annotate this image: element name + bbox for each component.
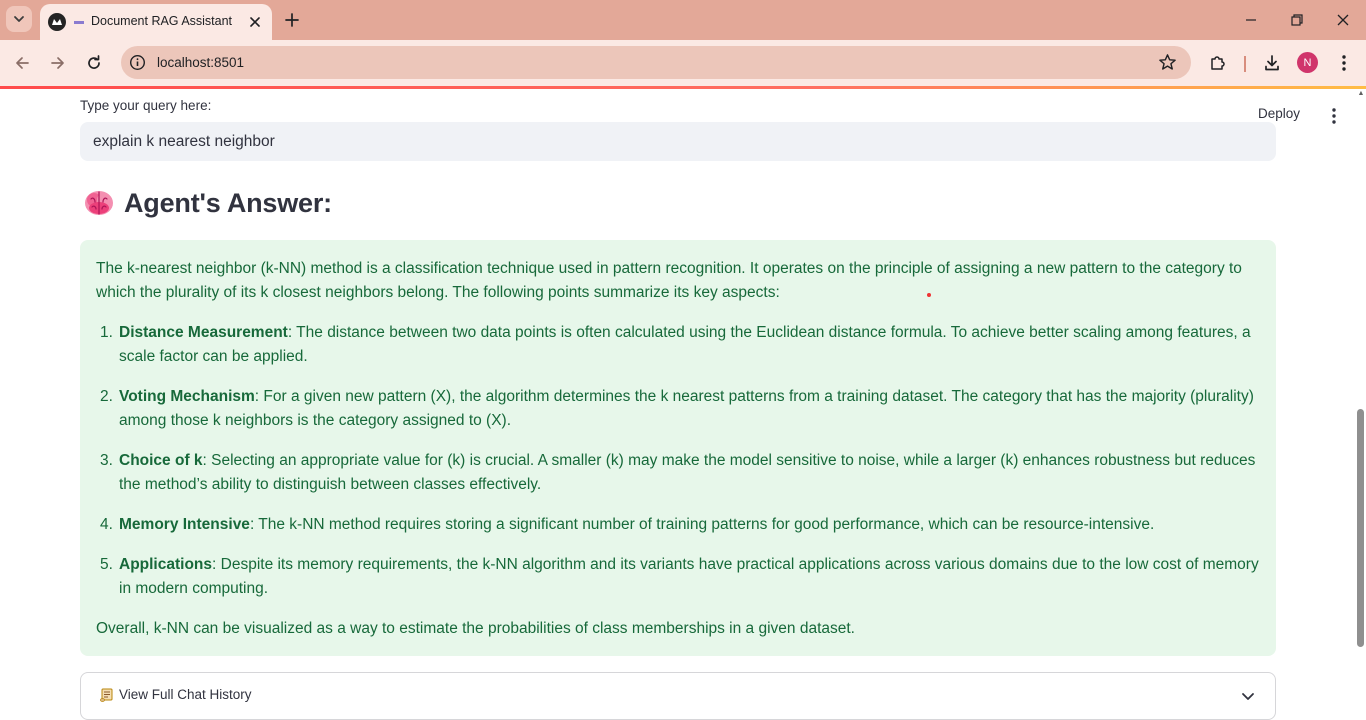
answer-heading: Agent's Answer:: [83, 187, 332, 219]
profile-avatar[interactable]: N: [1297, 52, 1318, 73]
list-item: 4. Memory Intensive: The k-NN method requ…: [96, 513, 1260, 537]
list-item-text: : The k-NN method requires storing a sig…: [249, 516, 1155, 533]
arrow-right-icon: [51, 57, 64, 69]
list-item-title: Voting Mechanism: [119, 388, 255, 405]
back-button[interactable]: [10, 51, 34, 75]
list-item-title: Memory Intensive: [119, 516, 250, 533]
list-item-title: Applications: [119, 556, 213, 573]
download-icon: [1265, 55, 1279, 71]
browser-tab-active[interactable]: ▬ Document RAG Assistant: [40, 4, 272, 40]
expander-label: View Full Chat History: [119, 687, 252, 702]
list-item-text: : Despite its memory requirements, the k…: [119, 556, 1259, 597]
answer-outro: Overall, k-NN can be visualized as a way…: [96, 620, 855, 637]
bookmark-star-icon[interactable]: [1158, 53, 1177, 72]
deploy-button[interactable]: Deploy: [1258, 106, 1300, 121]
close-window-button[interactable]: [1331, 8, 1355, 32]
puzzle-icon: [1211, 56, 1225, 70]
list-item-number: 2.: [100, 388, 113, 405]
streamlit-favicon-icon: [48, 13, 66, 31]
chat-history-expander[interactable]: View Full Chat History: [80, 672, 1276, 720]
restore-icon: [1291, 14, 1303, 26]
app-main: Deploy Type your query here: Agent's Ans…: [0, 89, 1366, 720]
url-text[interactable]: localhost:8501: [157, 55, 244, 70]
brain-icon: [85, 191, 113, 215]
downloads-button[interactable]: [1260, 51, 1284, 75]
minimize-icon: [1246, 19, 1256, 21]
list-item-title: Distance Measurement: [119, 324, 288, 341]
query-label: Type your query here:: [80, 98, 212, 113]
address-bar[interactable]: localhost:8501: [121, 46, 1191, 79]
info-icon[interactable]: [129, 54, 146, 71]
list-item-title: Choice of k: [119, 452, 203, 469]
tab-title: Document RAG Assistant: [91, 14, 233, 28]
kebab-menu-icon: [1342, 55, 1346, 71]
chevron-down-icon: [14, 16, 24, 22]
reload-icon: [88, 55, 100, 69]
arrow-left-icon: [16, 57, 29, 69]
list-item-text: : For a given new pattern (X), the algor…: [119, 388, 1254, 429]
list-item-text: : The distance between two data points i…: [119, 324, 1251, 365]
minimize-button[interactable]: [1239, 8, 1263, 32]
list-item-number: 4.: [100, 516, 113, 533]
cursor-dot: [927, 293, 931, 297]
page-scrollbar-thumb[interactable]: [1357, 409, 1364, 647]
answer-heading-text: Agent's Answer:: [124, 187, 332, 218]
tab-search-button[interactable]: [6, 6, 32, 32]
app-menu-button[interactable]: [1324, 106, 1344, 126]
plus-icon: [285, 13, 299, 27]
tab-close-button[interactable]: [246, 13, 264, 31]
close-icon: [1337, 14, 1349, 26]
list-item-number: 1.: [100, 324, 113, 341]
query-input[interactable]: [80, 122, 1276, 161]
list-item: 5. Applications: Despite its memory requi…: [96, 553, 1260, 601]
list-item: 3. Choice of k: Selecting an appropriate …: [96, 449, 1260, 497]
kebab-menu-icon: [1332, 108, 1336, 124]
page-emoji-icon: ▬: [74, 16, 84, 27]
scroll-icon: [100, 688, 113, 702]
list-item: 1. Distance Measurement: The distance bet…: [96, 321, 1260, 369]
toolbar-divider: [1244, 56, 1246, 72]
extensions-button[interactable]: [1206, 51, 1230, 75]
list-item-number: 3.: [100, 452, 113, 469]
list-item-number: 5.: [100, 556, 113, 573]
list-item-text: : Selecting an appropriate value for (k)…: [119, 452, 1256, 493]
new-tab-button[interactable]: [281, 9, 303, 31]
answer-intro: The k-nearest neighbor (k-NN) method is …: [96, 260, 1242, 301]
answer-box: The k-nearest neighbor (k-NN) method is …: [80, 240, 1276, 656]
reload-button[interactable]: [82, 51, 106, 75]
chevron-down-icon[interactable]: [1239, 687, 1257, 705]
scroll-up-arrow-icon[interactable]: ▲: [1356, 89, 1366, 97]
browser-toolbar: localhost:8501: [0, 40, 1366, 86]
browser-tab-bar: ▬ Document RAG Assistant: [0, 0, 1366, 40]
answer-list: 1. Distance Measurement: The distance bet…: [96, 321, 1260, 601]
restore-button[interactable]: [1285, 8, 1309, 32]
close-icon: [250, 17, 260, 27]
forward-button[interactable]: [46, 51, 70, 75]
browser-menu-button[interactable]: [1332, 51, 1356, 75]
list-item: 2. Voting Mechanism: For a given new patt…: [96, 385, 1260, 433]
